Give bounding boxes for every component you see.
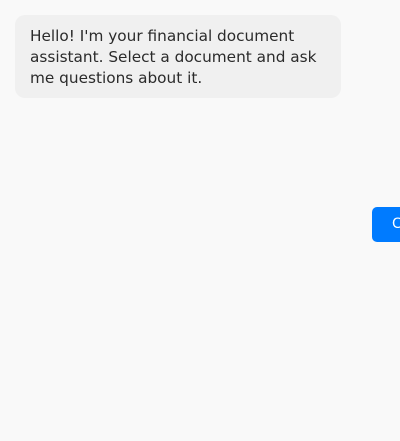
assistant-message-bubble: Hello! I'm your financial document assis… xyxy=(15,15,341,98)
chat-area: Hello! I'm your financial document assis… xyxy=(0,0,400,441)
partially-visible-action-button[interactable]: C xyxy=(372,207,400,242)
assistant-message-text: Hello! I'm your financial document assis… xyxy=(30,27,317,87)
